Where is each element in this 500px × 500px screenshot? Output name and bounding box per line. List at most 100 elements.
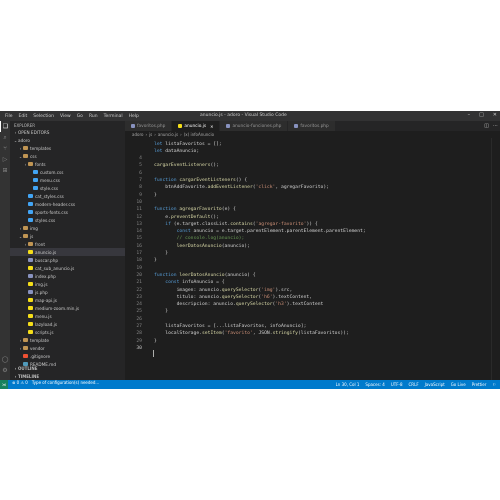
file-item[interactable]: styles.css [10, 216, 125, 224]
tab-favoritos-php[interactable]: favoritos.php [125, 121, 173, 131]
menu-item-go[interactable]: Go [77, 114, 83, 119]
remote-indicator-icon[interactable]: ⋊ [0, 380, 8, 389]
run-debug-icon[interactable]: ▷ [0, 154, 10, 165]
status-right-item[interactable]: Spaces: 4 [365, 382, 384, 387]
file-item[interactable]: style.css [10, 184, 125, 192]
editor-actions: ◫ ⋯ [484, 123, 498, 129]
code-editor[interactable]: let listaFavoritos = []; let dataAnuncio;… [125, 138, 500, 380]
split-editor-icon[interactable]: ◫ [484, 123, 489, 129]
folder-item[interactable]: › vendor [10, 344, 125, 352]
extensions-icon[interactable]: ⊞ [0, 165, 10, 176]
tree-item-label: js.php [35, 289, 48, 295]
menu-item-terminal[interactable]: Terminal [104, 114, 123, 119]
file-item[interactable]: cat_styles.css [10, 192, 125, 200]
tree-item-label: menu.js [35, 313, 52, 319]
window-title: anuncio.js - adoro - Visual Studio Code [200, 113, 287, 118]
status-left-item[interactable]: ⊗ 0 ⚠ 0 [12, 380, 28, 389]
file-item[interactable]: sports-fonts.css [10, 208, 125, 216]
settings-gear-icon[interactable]: ⚙ [0, 365, 10, 376]
tree-item-label: fonts [35, 161, 46, 167]
breadcrumb-item[interactable]: (x) infoAnuncio [184, 132, 214, 137]
folder-item[interactable]: › fonts [10, 160, 125, 168]
menu-item-selection[interactable]: Selection [33, 114, 54, 119]
close-tab-icon[interactable]: ✕ [210, 124, 213, 129]
account-icon[interactable]: ◯ [0, 354, 10, 365]
tree-item-label: styles.css [35, 217, 56, 223]
folder-file-icon [23, 154, 28, 158]
menu-item-file[interactable]: File [5, 114, 13, 119]
sidebar-bottom-panels: › OUTLINE › TIMELINE [10, 364, 125, 380]
file-item[interactable]: menu.js [10, 312, 125, 320]
file-item[interactable]: medium-zoom.min.js [10, 304, 125, 312]
status-right-item[interactable]: Prettier [472, 382, 487, 387]
file-item[interactable]: custom.css [10, 168, 125, 176]
php-file-icon [28, 258, 33, 262]
tree-item-label: img [30, 225, 38, 231]
source-control-icon[interactable]: ⑂ [0, 143, 10, 154]
code-text: function leerDatosAnuncio(anuncio) { [154, 272, 256, 278]
file-item[interactable]: scripts.js [10, 328, 125, 336]
status-right-item[interactable]: Ln 30, Col 1 [336, 382, 360, 387]
status-right-item[interactable]: ⚐ [492, 382, 496, 387]
file-item[interactable]: js.php [10, 288, 125, 296]
file-item[interactable]: modern-header.css [10, 200, 125, 208]
panel-timeline[interactable]: › TIMELINE [10, 372, 125, 380]
panel-label: OUTLINE [18, 365, 38, 371]
breadcrumb-item[interactable]: anuncio.js [158, 132, 178, 137]
explorer-icon[interactable]: ❏ [0, 121, 10, 132]
folder-item[interactable]: ⌄ css [10, 152, 125, 160]
search-icon[interactable]: ⌕ [0, 132, 10, 143]
folder-item[interactable]: › template [10, 336, 125, 344]
status-right-item[interactable]: UTF-8 [391, 382, 403, 387]
file-item[interactable]: lazyload.js [10, 320, 125, 328]
menu-item-run[interactable]: Run [89, 114, 98, 119]
file-item[interactable]: img.js [10, 280, 125, 288]
minimize-icon[interactable]: – [468, 112, 471, 118]
status-right-item[interactable]: JavaScript [425, 382, 445, 387]
css-file-icon [33, 186, 38, 190]
status-left-item[interactable]: Type of configuration(s) needed... [32, 380, 99, 389]
folder-file-icon [23, 146, 28, 150]
more-actions-icon[interactable]: ⋯ [493, 123, 498, 129]
menu-item-view[interactable]: View [60, 114, 71, 119]
folder-item[interactable]: ⌄ js [10, 232, 125, 240]
tree-item-label: css [30, 153, 37, 159]
tab-favoritos-php[interactable]: favoritos.php [288, 121, 336, 131]
file-item[interactable]: buscar.php [10, 256, 125, 264]
folder-item[interactable]: › templates [10, 144, 125, 152]
file-item[interactable]: map-api.js [10, 296, 125, 304]
git-file-icon [23, 354, 28, 358]
breadcrumb-item[interactable]: adoro [132, 132, 143, 137]
tree-section[interactable]: › OPEN EDITORS [10, 128, 125, 136]
status-right-item[interactable]: Go Live [451, 382, 466, 387]
folder-item[interactable]: › img [10, 224, 125, 232]
tree-item-label: vendor [30, 345, 45, 351]
code-text: // console.log(anuncio); [154, 236, 245, 242]
file-item[interactable]: index.php [10, 272, 125, 280]
css-file-icon [28, 218, 33, 222]
tab-anuncio-js[interactable]: anuncio.js ✕ [172, 121, 221, 131]
js-file-icon [178, 124, 183, 128]
file-item[interactable]: menu.css [10, 176, 125, 184]
maximize-icon[interactable]: □ [479, 112, 484, 118]
breadcrumb-separator-icon: › [154, 132, 156, 137]
code-text: localStorage.setItem('favorito', JSON.st… [154, 331, 349, 337]
tree-item-label: map-api.js [35, 297, 57, 303]
line-number: 18 [136, 258, 142, 264]
panel-outline[interactable]: › OUTLINE [10, 364, 125, 372]
tree-section[interactable]: ⌄ adoro [10, 136, 125, 144]
breadcrumb-item[interactable]: js [149, 132, 152, 137]
folder-item[interactable]: › front [10, 240, 125, 248]
tab-label: favoritos.php [300, 123, 329, 129]
menu-item-help[interactable]: Help [129, 114, 139, 119]
tab-anuncio-funciones-php[interactable]: anuncio-funciones.php [220, 121, 289, 131]
minimap[interactable] [491, 138, 500, 380]
file-item[interactable]: .gitignore [10, 352, 125, 360]
file-item[interactable]: anuncio.js [10, 248, 125, 256]
file-item[interactable]: cat_sub_anuncio.js [10, 264, 125, 272]
line-number: 22 [136, 287, 142, 293]
close-icon[interactable]: ✕ [493, 112, 497, 118]
menu-item-edit[interactable]: Edit [19, 114, 28, 119]
status-right-item[interactable]: CRLF [409, 382, 419, 387]
js-file-icon [28, 322, 33, 326]
